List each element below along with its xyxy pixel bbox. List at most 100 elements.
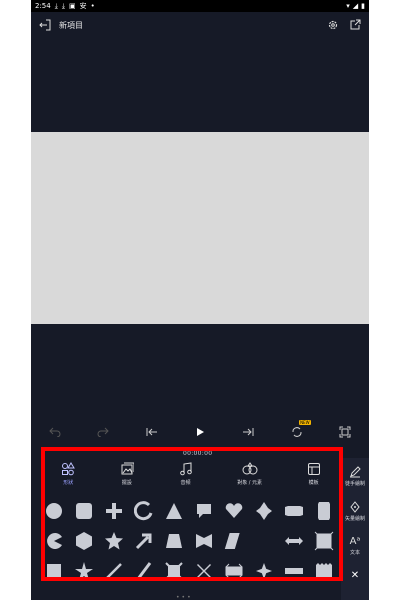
- sparkle-icon: [256, 563, 272, 579]
- shape-slash[interactable]: [129, 556, 159, 586]
- side-label: 徒手繪制: [344, 481, 365, 487]
- tab-label: 對象 / 元素: [237, 480, 263, 486]
- elements-icon: [242, 462, 258, 475]
- download-icon: ⤓: [61, 1, 65, 10]
- close-button[interactable]: ✕: [351, 570, 359, 581]
- diamond-burst-icon: [256, 502, 272, 520]
- vector-draw-button[interactable]: 矢量繪制: [345, 501, 365, 522]
- loop-new-icon[interactable]: NEW: [288, 420, 311, 441]
- player-controls: NEW: [31, 420, 369, 444]
- exit-icon[interactable]: [37, 17, 53, 33]
- text-button[interactable]: Aᵃ 文本: [350, 536, 361, 556]
- ribbon-icon: [285, 568, 303, 574]
- arrow-icon: [135, 533, 152, 550]
- shape-rounded-square[interactable]: [69, 496, 99, 526]
- tab-audio[interactable]: 音頻: [179, 462, 193, 486]
- tab-template[interactable]: 模板: [307, 462, 321, 486]
- shape-crescent[interactable]: [249, 526, 279, 556]
- shape-plus[interactable]: [99, 496, 129, 526]
- fit-screen-icon[interactable]: [336, 423, 354, 441]
- shape-frame-corner[interactable]: [159, 556, 189, 586]
- shape-double-arrow[interactable]: [219, 556, 249, 586]
- rounded-square-icon: [76, 503, 92, 519]
- shape-tall-label[interactable]: [309, 496, 339, 526]
- canvas-backdrop: [31, 38, 369, 132]
- template-icon: [307, 463, 320, 475]
- play-icon[interactable]: [191, 423, 209, 441]
- freehand-draw-button[interactable]: 徒手繪制: [345, 466, 365, 487]
- status-bar: 2:54 ⤓ ⤓ ▣ 安 • ▾ ◢ ▮: [31, 0, 369, 12]
- side-label: 矢量繪制: [344, 516, 365, 522]
- circle-icon: [46, 503, 62, 519]
- shapes-icon: [62, 462, 76, 476]
- trapezoid-icon: [166, 534, 182, 548]
- shape-arrow-double[interactable]: [279, 526, 309, 556]
- skip-end-icon[interactable]: [239, 423, 257, 441]
- redo-icon[interactable]: [94, 423, 112, 441]
- tab-label: 擺設: [121, 480, 132, 486]
- shape-star[interactable]: [69, 556, 99, 586]
- crescent-icon: [259, 533, 267, 549]
- shape-line[interactable]: [99, 556, 129, 586]
- download-icon: ⤓: [54, 1, 58, 10]
- music-icon: [179, 462, 192, 476]
- shape-triangle[interactable]: [159, 496, 189, 526]
- undo-icon[interactable]: [46, 423, 64, 441]
- shape-speech-bubble[interactable]: [189, 496, 219, 526]
- tab-label: 音頻: [180, 480, 191, 486]
- shape-badge-wide[interactable]: [279, 496, 309, 526]
- shape-ribbon[interactable]: [279, 556, 309, 586]
- tab-elements[interactable]: 對象 / 元素: [237, 462, 262, 486]
- shape-circle[interactable]: [39, 496, 69, 526]
- heart-icon: [225, 503, 243, 518]
- arrow-double-icon: [285, 537, 303, 545]
- shape-grid: [39, 496, 339, 586]
- frame-corner-icon: [165, 562, 183, 580]
- dot-icon: •: [90, 2, 95, 10]
- arc-icon: [134, 501, 153, 521]
- tab-layout[interactable]: 擺設: [120, 462, 134, 486]
- shape-star-banner[interactable]: [189, 526, 219, 556]
- badge-wide-icon: [285, 506, 303, 516]
- status-time: 2:54: [35, 2, 51, 10]
- close-icon: ✕: [350, 570, 360, 581]
- settings-icon[interactable]: [325, 17, 341, 33]
- shape-parallelogram[interactable]: [219, 526, 249, 556]
- pen-icon: [349, 466, 361, 478]
- shape-zigzag[interactable]: [309, 556, 339, 586]
- side-panel: 徒手繪制 矢量繪制 Aᵃ 文本 ✕: [341, 458, 369, 600]
- shape-frame[interactable]: [309, 526, 339, 556]
- shape-diamond-burst[interactable]: [249, 496, 279, 526]
- shape-star-rounded[interactable]: [99, 526, 129, 556]
- shape-heart[interactable]: [219, 496, 249, 526]
- pacman-icon: [47, 533, 62, 549]
- star-icon: [75, 562, 93, 580]
- signal-icon: ◢: [352, 2, 359, 10]
- app-screen: 2:54 ⤓ ⤓ ▣ 安 • ▾ ◢ ▮ 新項目 NEW 00:00:00 形狀…: [31, 0, 369, 600]
- battery-icon: ▮: [361, 2, 365, 10]
- shape-arrow[interactable]: [129, 526, 159, 556]
- notification-icon: ▣: [68, 2, 76, 10]
- shape-pacman[interactable]: [39, 526, 69, 556]
- app-bar: 新項目: [31, 12, 369, 38]
- shape-arc[interactable]: [129, 496, 159, 526]
- tall-label-icon: [318, 502, 330, 520]
- video-preview[interactable]: [31, 132, 369, 324]
- shape-square-small[interactable]: [39, 556, 69, 586]
- export-icon[interactable]: [347, 17, 363, 33]
- wifi-icon: ▾: [346, 2, 350, 10]
- text-icon: Aᵃ: [349, 536, 361, 547]
- plus-icon: [106, 503, 122, 519]
- shape-sparkle[interactable]: [249, 556, 279, 586]
- drag-handle-icon[interactable]: •••: [176, 594, 193, 600]
- square-small-icon: [47, 564, 61, 578]
- shape-hexagon[interactable]: [69, 526, 99, 556]
- tab-label: 模板: [308, 480, 319, 486]
- shape-trapezoid[interactable]: [159, 526, 189, 556]
- skip-start-icon[interactable]: [143, 423, 161, 441]
- shape-x-shape[interactable]: [189, 556, 219, 586]
- speech-bubble-icon: [197, 504, 211, 518]
- slash-icon: [136, 562, 152, 580]
- tab-shapes[interactable]: 形狀: [61, 462, 76, 486]
- star-banner-icon: [196, 534, 212, 548]
